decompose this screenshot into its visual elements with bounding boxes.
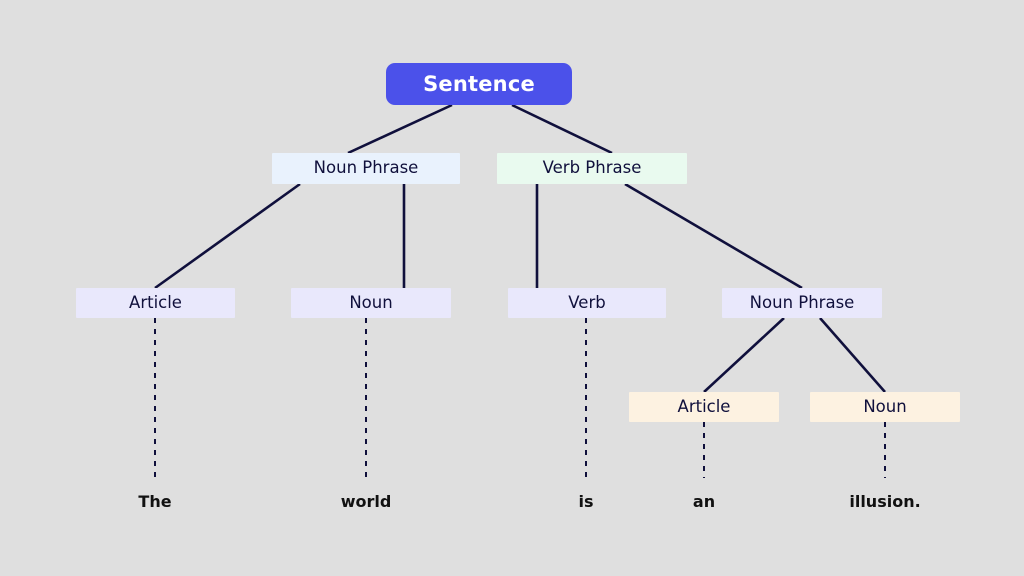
tree-edge-s-to-vp	[511, 103, 613, 155]
tree-node-n2[interactable]: Noun	[810, 392, 960, 422]
tree-node-v[interactable]: Verb	[508, 288, 666, 318]
tree-edge-np1-to-det1	[154, 182, 301, 290]
tree-leaf-w5: illusion.	[849, 492, 921, 511]
tree-edge-s-to-np1	[347, 103, 453, 155]
tree-node-det1[interactable]: Article	[76, 288, 235, 318]
tree-leaf-w2: world	[340, 492, 392, 511]
tree-node-s[interactable]: Sentence	[386, 63, 572, 105]
tree-node-np1[interactable]: Noun Phrase	[272, 153, 460, 184]
tree-leaf-w3: is	[578, 492, 594, 511]
tree-edge-np2-to-n2	[819, 317, 886, 393]
tree-node-np2[interactable]: Noun Phrase	[722, 288, 882, 318]
tree-node-vp[interactable]: Verb Phrase	[497, 153, 687, 184]
tree-leaf-w4: an	[692, 492, 716, 511]
syntax-tree-diagram: Sentence Noun Phrase Verb Phrase Article Nou…	[0, 0, 1024, 576]
tree-edge-vp-to-np2	[624, 182, 803, 290]
tree-node-det2[interactable]: Article	[629, 392, 779, 422]
tree-leaf-w1: The	[138, 492, 172, 511]
tree-edge-np2-to-det2	[703, 317, 785, 393]
tree-node-n1[interactable]: Noun	[291, 288, 451, 318]
